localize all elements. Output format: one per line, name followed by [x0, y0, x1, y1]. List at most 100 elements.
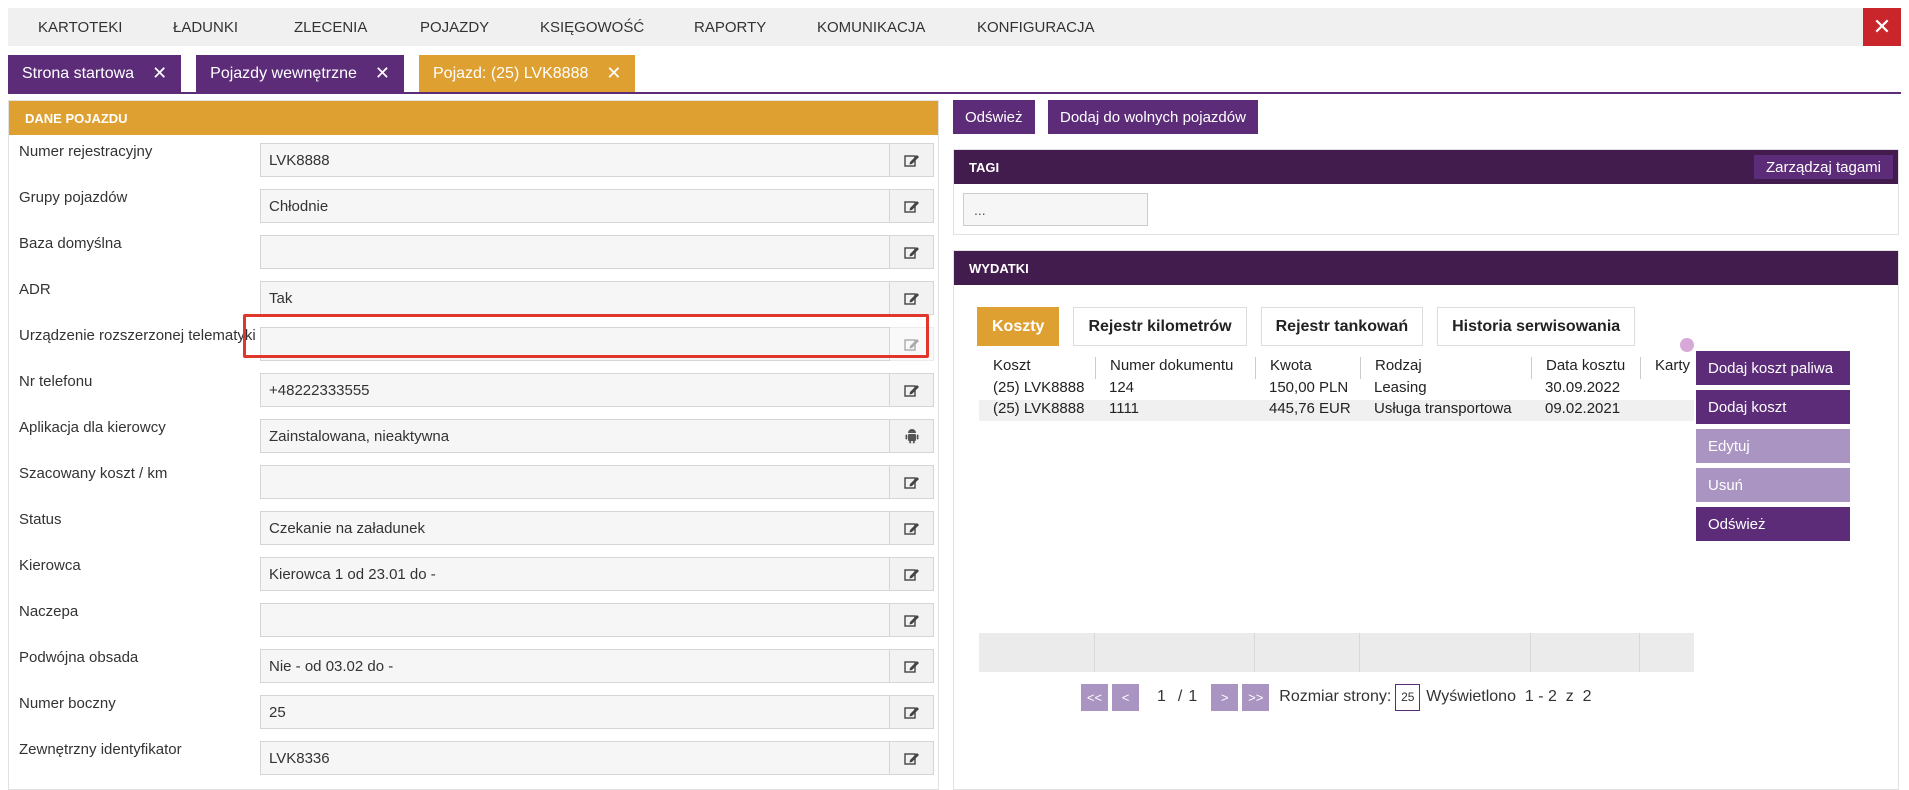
refresh-button[interactable]: Odśwież	[953, 100, 1035, 134]
edit-icon[interactable]	[889, 465, 934, 499]
close-tab-icon[interactable]: ✕	[152, 63, 167, 84]
tab-strona-startowa[interactable]: Strona startowa ✕	[8, 55, 182, 92]
edit-icon[interactable]	[889, 741, 934, 775]
pagination: << < 1 / 1 > >> Rozmiar strony: 25 Wyświ…	[1081, 683, 1592, 711]
menu-pojazdy[interactable]: POJAZDY	[420, 19, 489, 36]
menu-raporty[interactable]: RAPORTY	[694, 19, 766, 36]
tags-section: TAGI Zarządzaj tagami ...	[953, 149, 1899, 235]
tab-koszty[interactable]: Koszty	[977, 307, 1060, 346]
first-page-button[interactable]: <<	[1081, 683, 1108, 711]
android-icon[interactable]	[889, 419, 934, 453]
table-header: Koszt Numer dokumentu Kwota Rodzaj Data …	[979, 357, 1694, 379]
tab-rejestr-kilometrow[interactable]: Rejestr kilometrów	[1073, 307, 1247, 346]
expenses-tabs: Koszty Rejestr kilometrów Rejestr tankow…	[977, 307, 1649, 346]
close-tab-icon[interactable]: ✕	[375, 63, 390, 84]
field-label: Nr telefonu	[19, 373, 93, 390]
edit-icon[interactable]	[889, 189, 934, 223]
table-cell: 124	[1109, 379, 1135, 396]
tab-bar: Strona startowa ✕ Pojazdy wewnętrzne ✕ P…	[8, 55, 650, 93]
field-row: Kierowca Kierowca 1 od 23.01 do -	[9, 555, 940, 601]
table-cell: 30.09.2022	[1545, 379, 1621, 396]
close-icon[interactable]: ✕	[1863, 8, 1901, 46]
table-cell: (25) LVK8888	[993, 379, 1085, 396]
field-label: Szacowany koszt / km	[19, 465, 168, 482]
vehicle-data-panel: DANE POJAZDU Numer rejestracyjny LVK8888 G…	[8, 100, 939, 790]
add-cost-button[interactable]: Dodaj koszt	[1696, 390, 1850, 424]
edit-icon[interactable]	[889, 511, 934, 545]
prev-page-button[interactable]: <	[1112, 683, 1139, 711]
table-cell: Leasing	[1374, 379, 1427, 396]
edit-icon[interactable]	[889, 281, 934, 315]
column-header[interactable]: Rodzaj	[1360, 357, 1531, 379]
field-value: Zainstalowana, nieaktywna	[260, 419, 890, 453]
tab-rejestr-tankowan[interactable]: Rejestr tankowań	[1260, 307, 1424, 346]
field-value: Chłodnie	[260, 189, 890, 223]
menu-ksiegowosc[interactable]: KSIĘGOWOŚĆ	[540, 19, 644, 36]
highlight-frame	[243, 314, 929, 358]
field-row: Aplikacja dla kierowcy Zainstalowana, nie…	[9, 417, 940, 463]
field-row: Baza domyślna	[9, 233, 940, 279]
field-label: Zewnętrzny identyfikator	[19, 741, 182, 758]
field-row: Zewnętrzny identyfikator LVK8336	[9, 739, 940, 785]
tab-label: Strona startowa	[22, 64, 135, 82]
edit-icon[interactable]	[889, 373, 934, 407]
field-row: Status Czekanie na załadunek	[9, 509, 940, 555]
table-row[interactable]: (25) LVK8888 124 150,00 PLN Leasing 30.0…	[979, 379, 1694, 400]
table-cell: 150,00 PLN	[1269, 379, 1349, 396]
column-header[interactable]: Kwota	[1255, 357, 1360, 379]
edit-icon[interactable]	[889, 557, 934, 591]
menu-ladunki[interactable]: ŁADUNKI	[173, 19, 238, 36]
table-cell: 1111	[1109, 400, 1140, 417]
tags-input[interactable]: ...	[963, 193, 1148, 226]
menu-zlecenia[interactable]: ZLECENIA	[294, 19, 367, 36]
column-header[interactable]: Koszt	[979, 357, 1095, 379]
table-row[interactable]: (25) LVK8888 1111 445,76 EUR Usługa tran…	[979, 400, 1694, 421]
edit-icon[interactable]	[889, 235, 934, 269]
tab-pojazdy-wewnetrzne[interactable]: Pojazdy wewnętrzne ✕	[196, 55, 404, 92]
settings-icon[interactable]	[1680, 338, 1694, 352]
edit-icon[interactable]	[889, 143, 934, 177]
add-free-vehicles-button[interactable]: Dodaj do wolnych pojazdów	[1048, 100, 1258, 134]
add-fuel-cost-button[interactable]: Dodaj koszt paliwa	[1696, 351, 1850, 385]
refresh-costs-button[interactable]: Odśwież	[1696, 507, 1850, 541]
menu-komunikacja[interactable]: KOMUNIKACJA	[817, 19, 925, 36]
tab-label: Pojazd: (25) LVK8888	[433, 64, 589, 82]
field-label: Urządzenie rozszerzonej telematyki	[19, 327, 256, 344]
field-value	[260, 235, 890, 269]
costs-table: Koszt Numer dokumentu Kwota Rodzaj Data …	[979, 357, 1694, 421]
field-value	[260, 603, 890, 637]
field-label: Podwójna obsada	[19, 649, 139, 666]
field-row: Szacowany koszt / km	[9, 463, 940, 509]
close-tab-icon[interactable]: ✕	[606, 63, 621, 84]
field-row: Naczepa	[9, 601, 940, 647]
edit-icon[interactable]	[889, 695, 934, 729]
manage-tags-button[interactable]: Zarządzaj tagami	[1753, 155, 1893, 179]
tags-header: TAGI Zarządzaj tagami	[954, 150, 1898, 184]
menu-kartoteki[interactable]: KARTOTEKI	[38, 19, 122, 36]
field-row: Numer rejestracyjny LVK8888	[9, 141, 940, 187]
edit-icon[interactable]	[889, 603, 934, 637]
column-header[interactable]: Numer dokumentu	[1095, 357, 1255, 379]
field-label: Numer rejestracyjny	[19, 143, 153, 160]
tab-pojazd[interactable]: Pojazd: (25) LVK8888 ✕	[419, 55, 636, 92]
last-page-button[interactable]: >>	[1242, 683, 1270, 711]
tab-underline	[8, 92, 1901, 94]
panel-title: DANE POJAZDU	[9, 101, 938, 135]
edit-button[interactable]: Edytuj	[1696, 429, 1850, 463]
expenses-title: WYDATKI	[969, 260, 1029, 276]
table-cell: (25) LVK8888	[993, 400, 1085, 417]
page-size-input[interactable]: 25	[1395, 683, 1421, 711]
menu-konfiguracja[interactable]: KONFIGURACJA	[977, 19, 1095, 36]
field-label: Numer boczny	[19, 695, 116, 712]
page-size-label: Rozmiar strony:	[1279, 688, 1392, 705]
tab-historia-serwisowania[interactable]: Historia serwisowania	[1437, 307, 1636, 346]
field-label: Grupy pojazdów	[19, 189, 128, 206]
right-panel: Odśwież Dodaj do wolnych pojazdów TAGI Z…	[953, 100, 1899, 790]
edit-icon[interactable]	[889, 649, 934, 683]
delete-button[interactable]: Usuń	[1696, 468, 1850, 502]
field-row: Grupy pojazdów Chłodnie	[9, 187, 940, 233]
page-separator: /	[1177, 688, 1183, 705]
column-header[interactable]: Karty	[1640, 357, 1694, 379]
next-page-button[interactable]: >	[1211, 683, 1239, 711]
column-header[interactable]: Data kosztu	[1531, 357, 1640, 379]
